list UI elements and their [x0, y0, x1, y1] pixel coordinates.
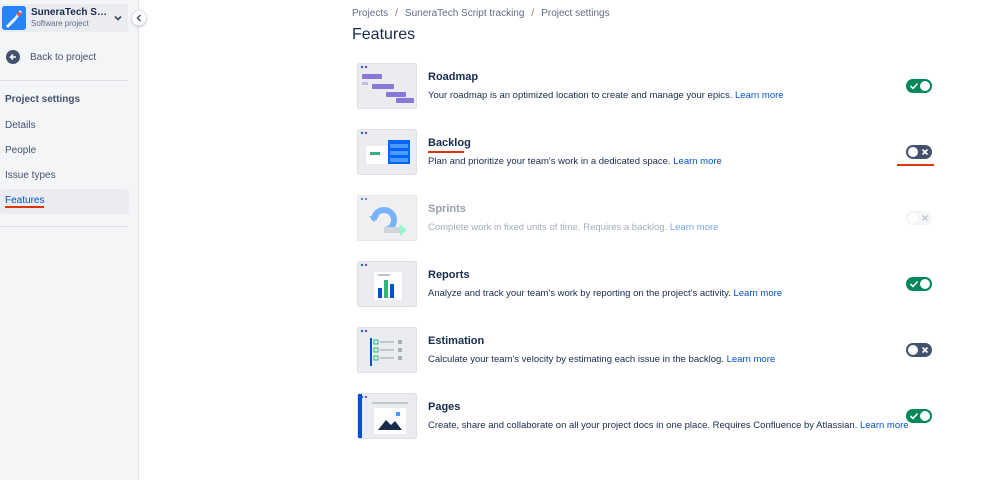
project-name: SuneraTech Script tracking: [31, 7, 111, 18]
chevron-left-icon: [136, 14, 142, 22]
breadcrumb-separator: /: [395, 8, 398, 19]
pages-toggle[interactable]: [906, 409, 932, 423]
check-icon: [909, 280, 919, 288]
learn-more-link[interactable]: Learn more: [860, 420, 909, 431]
breadcrumb-projects[interactable]: Projects: [352, 8, 388, 19]
title-highlight-underline: [428, 151, 464, 153]
sidebar-item-features[interactable]: Features: [0, 189, 129, 214]
sidebar-item-details[interactable]: Details: [0, 113, 129, 138]
feature-description-text: Calculate your team's velocity by estima…: [428, 354, 724, 365]
sidebar-section-title: Project settings: [5, 94, 81, 105]
backlog-illustration-icon: [357, 129, 417, 175]
estimation-toggle[interactable]: [906, 343, 932, 357]
reports-illustration-icon: [357, 261, 417, 307]
feature-title: Roadmap: [428, 71, 479, 83]
feature-description-text: Create, share and collaborate on all you…: [428, 420, 858, 431]
sidebar-item-label: Features: [5, 195, 45, 208]
arrow-left-icon: [6, 50, 20, 64]
feature-description-text: Analyze and track your team's work by re…: [428, 288, 731, 299]
breadcrumb-project[interactable]: SuneraTech Script tracking: [405, 8, 525, 19]
sprints-illustration-icon: [357, 195, 417, 241]
breadcrumb-project-settings[interactable]: Project settings: [541, 8, 609, 19]
feature-description: Create, share and collaborate on all you…: [428, 420, 909, 431]
project-type: Software project: [31, 19, 89, 28]
learn-more-link[interactable]: Learn more: [735, 90, 784, 101]
learn-more-link[interactable]: Learn more: [670, 222, 719, 233]
toggle-knob: [920, 279, 930, 289]
learn-more-link[interactable]: Learn more: [727, 354, 776, 365]
feature-description: Complete work in fixed units of time. Re…: [428, 222, 718, 233]
feature-description: Calculate your team's velocity by estima…: [428, 354, 775, 365]
back-to-project-link[interactable]: Back to project: [6, 48, 96, 66]
toggle-knob: [908, 147, 918, 157]
pages-illustration-icon: [357, 393, 417, 439]
sidebar: SuneraTech Script tracking Software proj…: [0, 0, 139, 480]
back-to-project-label: Back to project: [30, 51, 97, 63]
toggle-highlight-underline: [897, 164, 934, 166]
sprints-toggle[interactable]: [906, 211, 932, 225]
check-icon: [909, 412, 919, 420]
page-title: Features: [352, 26, 416, 43]
close-icon: [921, 346, 929, 354]
project-switcher[interactable]: SuneraTech Script tracking Software proj…: [0, 4, 128, 32]
collapse-sidebar-button[interactable]: [131, 10, 147, 26]
toggle-knob: [908, 345, 918, 355]
project-avatar-icon: [2, 6, 26, 30]
sidebar-item-label: Details: [5, 120, 36, 131]
toggle-knob: [908, 213, 918, 223]
feature-title: Reports: [428, 269, 470, 281]
feature-backlog: Backlog Plan and prioritize your team's …: [357, 129, 937, 175]
learn-more-link[interactable]: Learn more: [733, 288, 782, 299]
feature-reports: Reports Analyze and track your team's wo…: [357, 261, 937, 307]
roadmap-illustration-icon: [357, 63, 417, 109]
close-icon: [922, 215, 928, 221]
feature-description: Analyze and track your team's work by re…: [428, 288, 782, 299]
backlog-toggle[interactable]: [906, 145, 932, 159]
sidebar-divider: [0, 226, 128, 227]
close-icon: [921, 148, 929, 156]
feature-title: Pages: [428, 401, 461, 413]
feature-sprints: Sprints Complete work in fixed units of …: [357, 195, 937, 241]
chevron-down-icon: [114, 15, 122, 21]
sidebar-item-label: Issue types: [5, 170, 56, 181]
roadmap-toggle[interactable]: [906, 79, 932, 93]
breadcrumb: Projects / SuneraTech Script tracking / …: [352, 8, 610, 19]
feature-description: Plan and prioritize your team's work in …: [428, 156, 722, 167]
toggle-knob: [920, 411, 930, 421]
breadcrumb-separator: /: [531, 8, 535, 19]
feature-pages: Pages Create, share and collaborate on a…: [357, 393, 937, 439]
estimation-illustration-icon: [357, 327, 417, 373]
feature-title: Estimation: [428, 335, 485, 347]
feature-estimation: Estimation Calculate your team's velocit…: [357, 327, 937, 373]
feature-description-text: Your roadmap is an optimized location to…: [428, 90, 733, 101]
feature-description-text: Plan and prioritize your team's work in …: [428, 156, 671, 167]
feature-title: Sprints: [428, 203, 466, 215]
reports-toggle[interactable]: [906, 277, 932, 291]
learn-more-link[interactable]: Learn more: [673, 156, 722, 167]
feature-description-text: Complete work in fixed units of time. Re…: [428, 222, 668, 233]
feature-description: Your roadmap is an optimized location to…: [428, 90, 784, 101]
toggle-knob: [920, 81, 930, 91]
sidebar-divider: [0, 80, 128, 81]
sidebar-item-label: People: [5, 145, 37, 156]
feature-title: Backlog: [428, 137, 471, 149]
sidebar-item-people[interactable]: People: [0, 138, 129, 163]
check-icon: [909, 82, 919, 90]
sidebar-item-issue-types[interactable]: Issue types: [0, 163, 129, 188]
feature-roadmap: Roadmap Your roadmap is an optimized loc…: [357, 63, 937, 109]
